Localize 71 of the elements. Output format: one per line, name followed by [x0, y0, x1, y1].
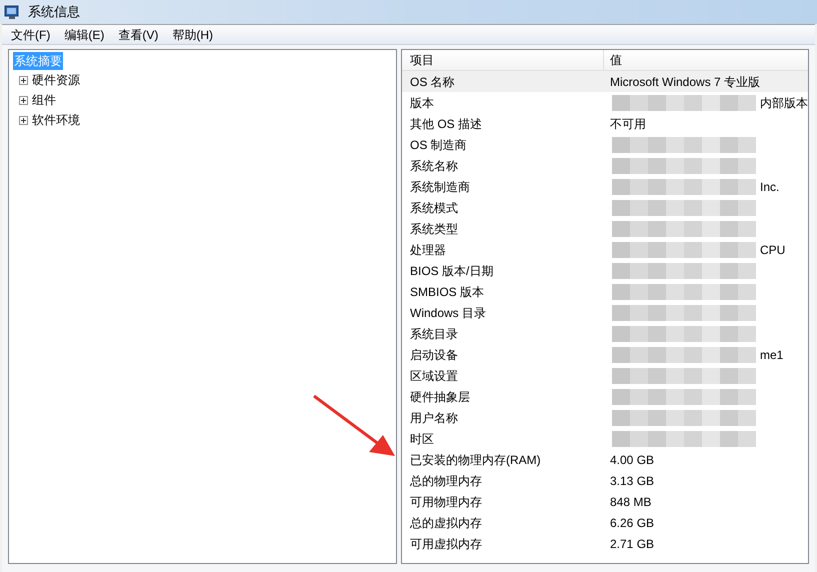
table-row[interactable]: BIOS 版本/日期: [402, 260, 808, 281]
table-row[interactable]: SMBIOS 版本: [402, 281, 808, 302]
table-row[interactable]: 时区: [402, 428, 808, 449]
table-cell-text: 4.00 GB: [610, 452, 654, 468]
menu-item[interactable]: 文件(F): [10, 26, 52, 44]
table-cell-text: 不可用: [610, 116, 646, 132]
table-cell-text: 时区: [409, 430, 435, 448]
table-row[interactable]: 处理器 CPU: [402, 239, 808, 260]
expand-icon[interactable]: [19, 96, 28, 104]
table-row[interactable]: 可用虚拟内存 2.71 GB: [402, 533, 808, 554]
tree-item[interactable]: 组件: [32, 91, 56, 109]
menu-item[interactable]: 帮助(H): [171, 26, 214, 44]
table-cell-text: CPU: [760, 242, 786, 258]
monitor-icon: [4, 4, 20, 20]
table-row[interactable]: 系统目录: [402, 323, 808, 344]
table-cell-text: 系统类型: [409, 220, 459, 238]
table-cell-text: OS 制造商: [409, 136, 468, 154]
table-row[interactable]: Windows 目录: [402, 302, 808, 323]
table-cell-text: 系统模式: [409, 200, 459, 216]
table-row[interactable]: 版本 内部版本: [402, 92, 808, 113]
table-row[interactable]: 已安装的物理内存(RAM) 4.00 GB: [402, 449, 808, 470]
expand-icon[interactable]: [19, 116, 28, 124]
table-cell-text: Windows 目录: [409, 304, 488, 322]
menu-item[interactable]: 查看(V): [117, 26, 160, 44]
table-cell-text: BIOS 版本/日期: [409, 262, 494, 280]
table-row[interactable]: 系统名称: [402, 155, 808, 176]
table-cell-text: 总的物理内存: [409, 472, 483, 490]
table-row[interactable]: 总的物理内存 3.13 GB: [402, 470, 808, 491]
menu-item[interactable]: 编辑(E): [63, 26, 106, 44]
table-cell-text: 848 MB: [610, 494, 652, 510]
table-cell-text: 已安装的物理内存(RAM): [409, 452, 542, 468]
table-row[interactable]: 可用物理内存 848 MB: [402, 491, 808, 512]
window-title: 系统信息: [28, 3, 80, 22]
table-cell-text: Microsoft Windows 7 专业版: [610, 74, 760, 90]
tree-item[interactable]: 软件环境: [32, 111, 80, 129]
table-cell-text: 版本: [409, 94, 435, 112]
table-cell-text: 系统名称: [409, 158, 459, 174]
table-cell-text: 区域设置: [409, 368, 459, 384]
tree-item[interactable]: 硬件资源: [32, 71, 80, 89]
table-cell-text: 其他 OS 描述: [409, 116, 484, 132]
table-cell-text: OS 名称: [409, 74, 456, 90]
table-cell-text: Inc.: [760, 178, 780, 196]
table-row[interactable]: 系统制造商 Inc.: [402, 176, 808, 197]
table-cell-text: 处理器: [409, 242, 447, 258]
table-row[interactable]: 启动设备 me1: [402, 344, 808, 365]
column-header[interactable]: 项目: [402, 50, 604, 70]
table-cell-text: me1: [760, 346, 784, 364]
table-row[interactable]: 硬件抽象层: [402, 386, 808, 407]
table-cell-text: 硬件抽象层: [409, 388, 471, 406]
table-cell-text: 系统制造商: [409, 178, 471, 196]
table-row[interactable]: OS 制造商: [402, 134, 808, 155]
table-cell-text: 内部版本: [760, 94, 808, 112]
table-row[interactable]: 总的虚拟内存 6.26 GB: [402, 512, 808, 533]
table-row[interactable]: 系统模式: [402, 197, 808, 218]
table-cell-text: 用户名称: [409, 410, 459, 426]
table-row[interactable]: 其他 OS 描述 不可用: [402, 113, 808, 134]
table-row[interactable]: 区域设置: [402, 365, 808, 386]
table-cell-text: 2.71 GB: [610, 536, 654, 552]
table-cell-text: SMBIOS 版本: [409, 284, 486, 300]
table-row[interactable]: 用户名称: [402, 407, 808, 428]
table-cell-text: 总的虚拟内存: [409, 514, 483, 532]
table-cell-text: 3.13 GB: [610, 472, 654, 490]
table-row[interactable]: OS 名称 Microsoft Windows 7 专业版: [402, 71, 808, 92]
expand-icon[interactable]: [19, 76, 28, 84]
table-cell-text: 启动设备: [409, 346, 459, 364]
column-header[interactable]: 值: [604, 50, 808, 70]
table-row[interactable]: 系统类型: [402, 218, 808, 239]
table-cell-text: 可用虚拟内存: [409, 536, 483, 552]
table-cell-text: 6.26 GB: [610, 514, 654, 532]
table-cell-text: 可用物理内存: [409, 494, 483, 510]
table-cell-text: 系统目录: [409, 326, 459, 342]
